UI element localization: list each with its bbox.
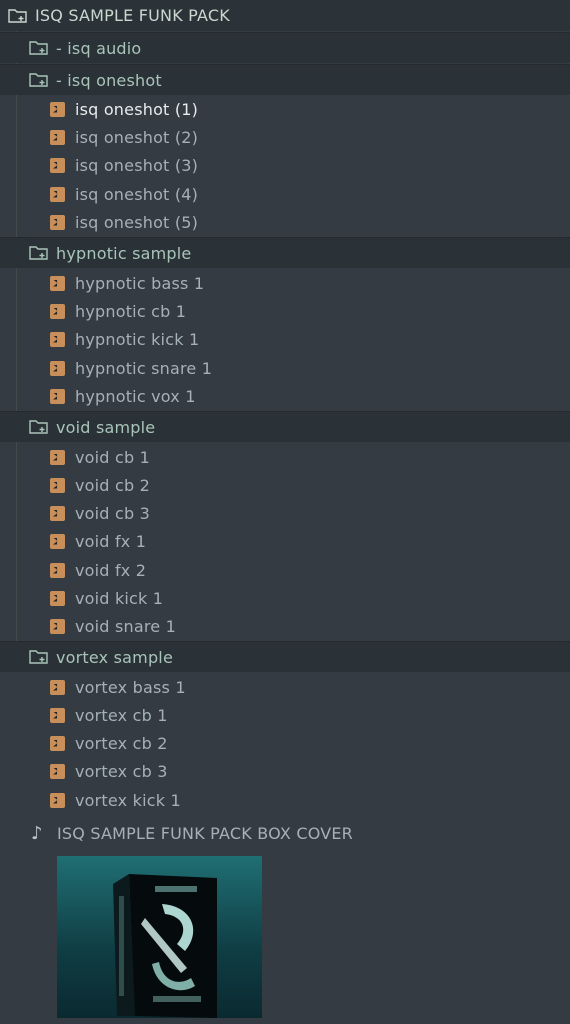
audio-file-icon xyxy=(50,214,65,230)
audio-file-icon xyxy=(50,101,65,117)
music-note-icon: ♪ xyxy=(31,822,43,844)
file-row[interactable]: vortex cb 2 xyxy=(0,729,570,757)
file-row[interactable]: isq oneshot (2) xyxy=(0,123,570,151)
file-row[interactable]: isq oneshot (5) xyxy=(0,208,570,236)
file-label: vortex kick 1 xyxy=(75,790,181,810)
file-label: void snare 1 xyxy=(75,616,176,636)
file-label: hypnotic vox 1 xyxy=(75,386,196,406)
file-label: vortex cb 2 xyxy=(75,733,168,753)
audio-file-icon xyxy=(50,477,65,493)
folder-row-hypnotic-sample[interactable]: hypnotic sample xyxy=(0,237,570,268)
file-row[interactable]: void snare 1 xyxy=(0,612,570,640)
file-label: hypnotic cb 1 xyxy=(75,301,187,321)
folder-plus-icon xyxy=(29,246,48,260)
file-label: isq oneshot (3) xyxy=(75,155,199,175)
folder-row-isq-audio[interactable]: - isq audio xyxy=(0,32,570,63)
folder-row-isq-oneshot[interactable]: - isq oneshot xyxy=(0,64,570,95)
folder-label: hypnotic sample xyxy=(56,243,192,263)
file-label: void kick 1 xyxy=(75,588,164,608)
box-cover-thumbnail[interactable] xyxy=(57,856,262,1018)
file-label: hypnotic kick 1 xyxy=(75,329,200,349)
file-row[interactable]: void cb 2 xyxy=(0,471,570,499)
audio-file-icon xyxy=(50,792,65,808)
audio-file-icon xyxy=(50,590,65,606)
folder-label: - isq audio xyxy=(56,38,142,58)
audio-file-icon xyxy=(50,449,65,465)
audio-file-icon xyxy=(50,533,65,549)
file-label: hypnotic snare 1 xyxy=(75,358,213,378)
audio-file-icon xyxy=(50,360,65,376)
folder-label: void sample xyxy=(56,417,156,437)
folder-row-void-sample[interactable]: void sample xyxy=(0,411,570,442)
file-row[interactable]: isq oneshot (3) xyxy=(0,151,570,179)
audio-file-icon xyxy=(50,186,65,202)
root-folder-label: ISQ SAMPLE FUNK PACK xyxy=(35,6,230,25)
file-row[interactable]: void cb 3 xyxy=(0,499,570,527)
folder-plus-icon xyxy=(29,420,48,434)
audio-file-icon xyxy=(50,388,65,404)
file-label: void cb 3 xyxy=(75,503,150,523)
file-label: hypnotic bass 1 xyxy=(75,273,205,293)
file-row[interactable]: void fx 1 xyxy=(0,527,570,555)
audio-file-icon xyxy=(50,129,65,145)
file-row[interactable]: hypnotic cb 1 xyxy=(0,297,570,325)
audio-file-icon xyxy=(50,562,65,578)
file-row[interactable]: vortex bass 1 xyxy=(0,673,570,701)
audio-file-icon xyxy=(50,275,65,291)
file-browser-panel: ISQ SAMPLE FUNK PACK - isq audio - isq o… xyxy=(0,0,570,1024)
file-label: isq oneshot (4) xyxy=(75,184,199,204)
audio-file-icon xyxy=(50,331,65,347)
folder-plus-icon xyxy=(29,41,48,55)
folder-label: - isq oneshot xyxy=(56,70,162,90)
file-label: vortex cb 3 xyxy=(75,761,168,781)
file-label: void fx 1 xyxy=(75,531,147,551)
file-row[interactable]: hypnotic kick 1 xyxy=(0,325,570,353)
file-label: isq oneshot (5) xyxy=(75,212,199,232)
file-label: void cb 1 xyxy=(75,447,150,467)
file-label: void cb 2 xyxy=(75,475,150,495)
file-label: vortex cb 1 xyxy=(75,705,168,725)
file-row[interactable]: void kick 1 xyxy=(0,584,570,612)
file-row[interactable]: void cb 1 xyxy=(0,443,570,471)
audio-file-icon xyxy=(50,303,65,319)
file-row[interactable]: vortex cb 3 xyxy=(0,757,570,785)
file-label: void fx 2 xyxy=(75,560,147,580)
box-cover-row[interactable]: ♪ ISQ SAMPLE FUNK PACK BOX COVER xyxy=(0,819,570,847)
audio-file-icon xyxy=(50,735,65,751)
root-folder-row[interactable]: ISQ SAMPLE FUNK PACK xyxy=(0,0,570,31)
file-label: isq oneshot (2) xyxy=(75,127,199,147)
box-cover-label: ISQ SAMPLE FUNK PACK BOX COVER xyxy=(57,823,353,843)
folder-label: vortex sample xyxy=(56,647,173,667)
audio-file-icon xyxy=(50,679,65,695)
file-row[interactable]: hypnotic snare 1 xyxy=(0,354,570,382)
file-row[interactable]: hypnotic bass 1 xyxy=(0,269,570,297)
folder-plus-icon xyxy=(29,650,48,664)
file-row[interactable]: void fx 2 xyxy=(0,556,570,584)
audio-file-icon xyxy=(50,157,65,173)
audio-file-icon xyxy=(50,505,65,521)
file-row[interactable]: vortex cb 1 xyxy=(0,701,570,729)
file-row[interactable]: isq oneshot (1) xyxy=(0,95,570,123)
audio-file-icon xyxy=(50,707,65,723)
file-row[interactable]: isq oneshot (4) xyxy=(0,180,570,208)
file-label: isq oneshot (1) xyxy=(75,99,199,119)
file-row[interactable]: hypnotic vox 1 xyxy=(0,382,570,410)
folder-plus-icon xyxy=(29,73,48,87)
audio-file-icon xyxy=(50,618,65,634)
audio-file-icon xyxy=(50,763,65,779)
folder-plus-icon xyxy=(8,9,27,23)
folder-row-vortex-sample[interactable]: vortex sample xyxy=(0,641,570,672)
file-label: vortex bass 1 xyxy=(75,677,186,697)
file-row[interactable]: vortex kick 1 xyxy=(0,786,570,814)
